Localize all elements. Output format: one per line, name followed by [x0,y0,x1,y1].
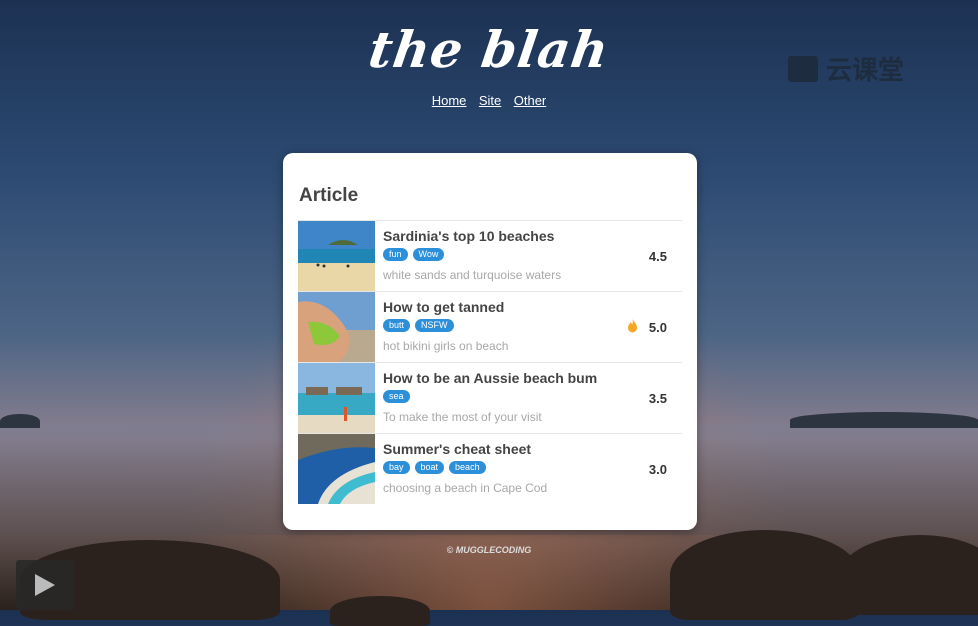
card-heading: Article [299,185,359,206]
background-rock [330,596,430,626]
tag-badge[interactable]: NSFW [415,319,454,332]
background-island-left [0,414,40,428]
article-rating: 4.5 [648,249,667,264]
article-row[interactable]: Summer's cheat sheet bay boat beach choo… [298,434,682,504]
article-description: hot bikini girls on beach [383,339,509,353]
tag-badge[interactable]: bay [383,461,410,474]
article-description: choosing a beach in Cape Cod [383,481,548,495]
article-thumbnail[interactable] [298,292,375,362]
main-nav: Home Site Other [0,92,978,110]
footer-credit: © MUGGLECODING [446,545,532,555]
tag-list: sea [383,390,410,403]
article-rating: 3.5 [648,391,667,406]
tag-list: bay boat beach [383,461,486,474]
tag-badge[interactable]: sea [383,390,410,403]
tag-badge[interactable]: boat [414,461,445,474]
article-rating: 5.0 [648,320,667,335]
tag-list: fun Wow [383,248,445,261]
article-description: To make the most of your visit [383,410,542,424]
article-title[interactable]: How to be an Aussie beach bum [383,370,597,386]
tag-badge[interactable]: beach [449,461,486,474]
chat-bubble-icon [788,55,818,82]
article-thumbnail[interactable] [298,363,375,433]
tag-badge[interactable]: fun [383,248,408,261]
nav-link-site[interactable]: Site [479,93,501,108]
nav-link-other[interactable]: Other [514,93,547,108]
article-rating: 3.0 [648,462,667,477]
article-title[interactable]: How to get tanned [383,299,504,315]
tag-badge[interactable]: Wow [412,248,445,261]
fire-icon [628,319,637,333]
article-row[interactable]: How to be an Aussie beach bum sea To mak… [298,363,682,434]
article-list: Sardinia's top 10 beaches fun Wow white … [298,220,682,504]
watermark: 云课堂 [788,50,904,87]
article-row[interactable]: How to get tanned butt NSFW hot bikini g… [298,292,682,363]
article-thumbnail[interactable] [298,221,375,291]
article-row[interactable]: Sardinia's top 10 beaches fun Wow white … [298,221,682,292]
article-thumbnail[interactable] [298,434,375,504]
article-description: white sands and turquoise waters [383,268,562,282]
article-card: Article Sardinia's top 10 beaches fun Wo… [283,153,697,530]
play-button[interactable] [16,560,74,610]
nav-link-home[interactable]: Home [432,93,467,108]
watermark-text: 云课堂 [826,55,905,85]
article-title[interactable]: Sardinia's top 10 beaches [383,228,554,244]
background-island-right [790,412,978,428]
tag-badge[interactable]: butt [383,319,411,332]
tag-list: butt NSFW [383,319,454,332]
article-title[interactable]: Summer's cheat sheet [383,441,531,457]
play-icon [35,574,55,596]
background-rock [670,530,860,620]
